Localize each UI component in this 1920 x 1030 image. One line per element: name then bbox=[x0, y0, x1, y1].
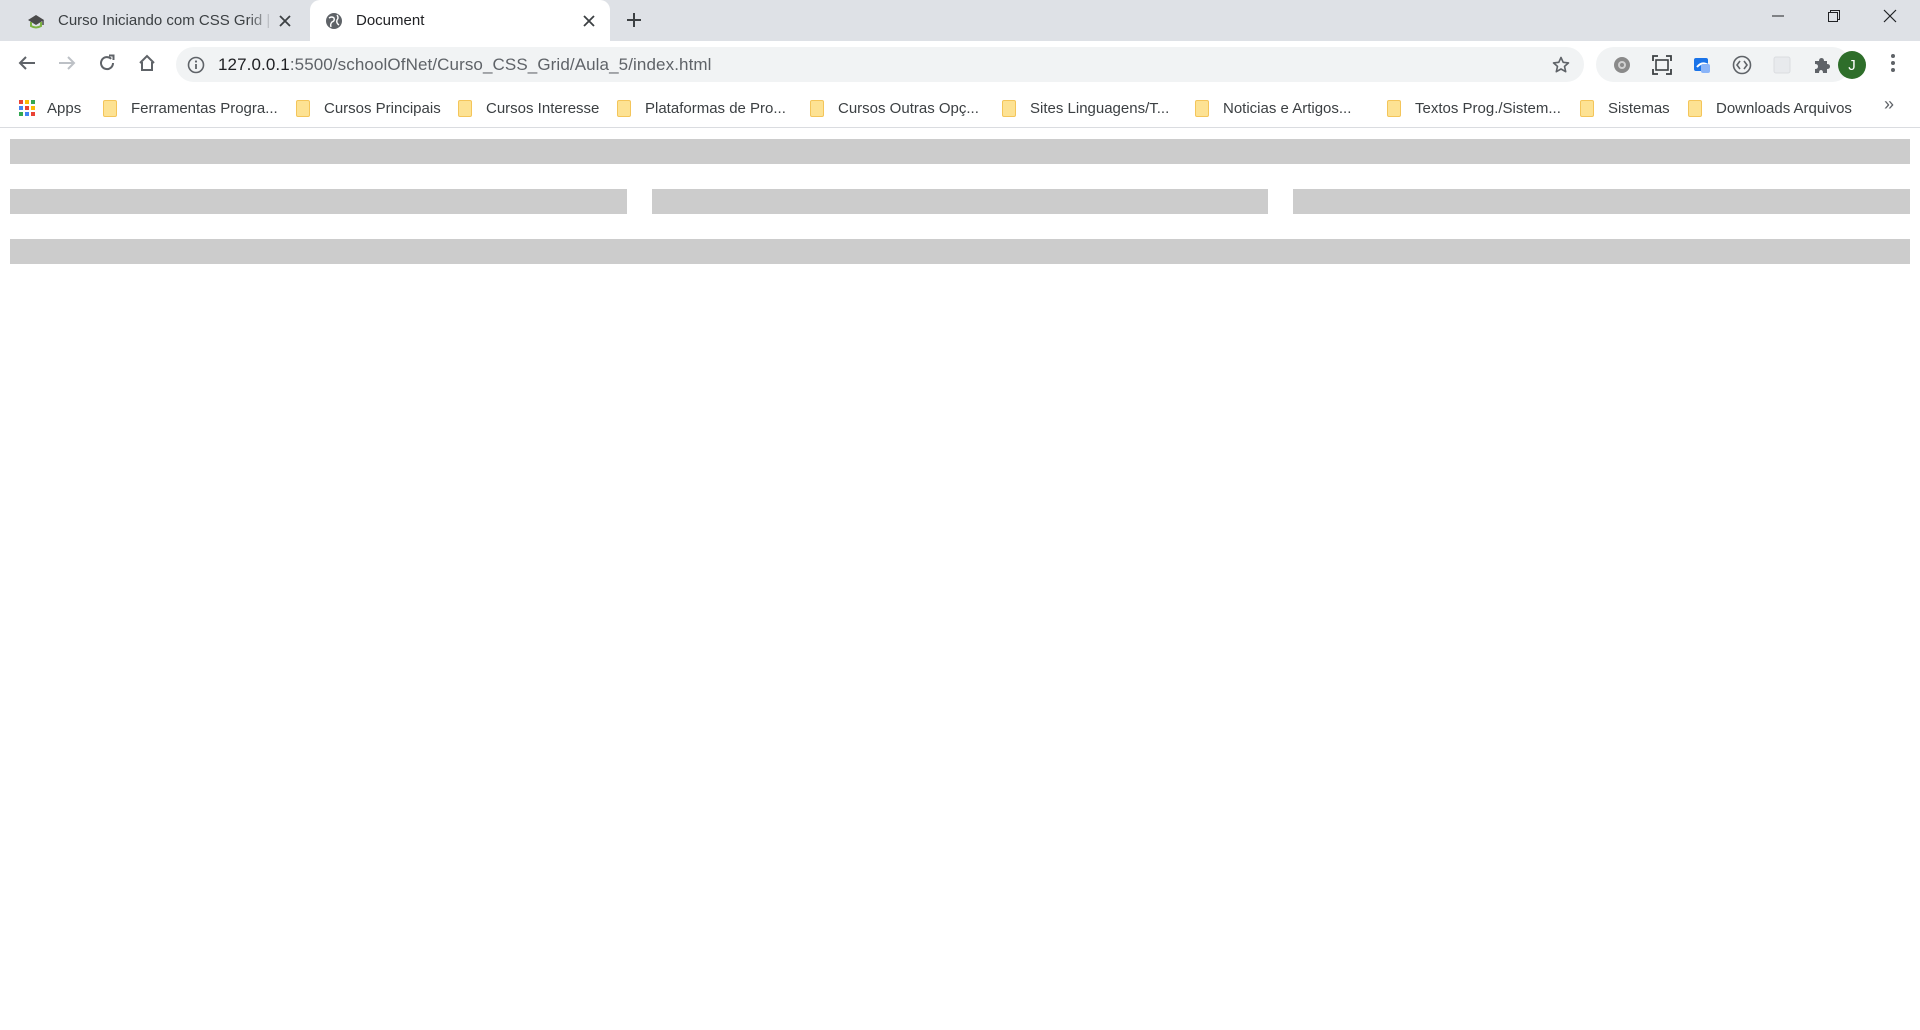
tab-title: Curso Iniciando com CSS Grid | School of… bbox=[58, 12, 274, 29]
blank-extension-icon[interactable] bbox=[1770, 53, 1794, 77]
new-tab-button[interactable] bbox=[620, 8, 648, 36]
extensions-area bbox=[1596, 47, 1850, 82]
bookmark-label: Cursos Interesse bbox=[486, 99, 600, 117]
grid-item-column-3 bbox=[1293, 189, 1910, 214]
close-icon[interactable] bbox=[578, 10, 600, 32]
bookmark-star-icon[interactable] bbox=[1550, 54, 1572, 76]
profile-avatar[interactable]: J bbox=[1838, 51, 1866, 79]
bookmark-folder[interactable]: Textos Prog./Sistem... bbox=[1387, 96, 1561, 120]
bookmark-folder[interactable]: Sites Linguagens/T... bbox=[1002, 96, 1169, 120]
url-path: :5500/schoolOfNet/Curso_CSS_Grid/Aula_5/… bbox=[289, 54, 712, 74]
folder-icon bbox=[1195, 99, 1209, 117]
bookmark-label: Plataformas de Pro... bbox=[645, 99, 786, 117]
arrow-left-icon bbox=[18, 55, 36, 76]
bookmark-folder[interactable]: Downloads Arquivos bbox=[1688, 96, 1852, 120]
apps-grid-icon bbox=[19, 100, 35, 116]
globe-icon bbox=[324, 11, 344, 31]
bookmark-folder[interactable]: Ferramentas Progra... bbox=[103, 96, 278, 120]
bookmark-folder[interactable]: Noticias e Artigos... bbox=[1195, 96, 1351, 120]
forward-button[interactable] bbox=[50, 48, 84, 82]
tab-curso-css-grid[interactable]: Curso Iniciando com CSS Grid | School of… bbox=[14, 0, 306, 41]
tab-document[interactable]: Document bbox=[310, 0, 610, 41]
arrow-right-icon bbox=[58, 55, 76, 76]
restore-button[interactable] bbox=[1806, 0, 1862, 36]
reload-icon bbox=[98, 54, 116, 77]
screenshot-extension-icon[interactable] bbox=[1650, 53, 1674, 77]
bookmarks-overflow-button[interactable]: » bbox=[1884, 94, 1894, 115]
grid-item-column-1 bbox=[10, 189, 627, 214]
folder-icon bbox=[1580, 99, 1594, 117]
bookmark-folder[interactable]: Cursos Outras Opç... bbox=[810, 96, 979, 120]
address-bar[interactable]: 127.0.0.1:5500/schoolOfNet/Curso_CSS_Gri… bbox=[176, 47, 1584, 82]
minimize-button[interactable] bbox=[1750, 0, 1806, 36]
bookmark-label: Sites Linguagens/T... bbox=[1030, 99, 1170, 117]
bookmark-folder[interactable]: Sistemas bbox=[1580, 96, 1670, 120]
grid-item-footer bbox=[10, 239, 1910, 264]
folder-icon bbox=[1688, 99, 1702, 117]
bookmark-label: Textos Prog./Sistem... bbox=[1415, 99, 1561, 117]
home-button[interactable] bbox=[130, 48, 164, 82]
gear-extension-icon[interactable] bbox=[1610, 53, 1634, 77]
minimize-icon bbox=[1772, 9, 1784, 27]
bookmark-folder[interactable]: Cursos Interesse bbox=[458, 96, 599, 120]
grid-item-header bbox=[10, 139, 1910, 164]
restore-icon bbox=[1828, 9, 1840, 27]
folder-icon bbox=[617, 99, 631, 117]
folder-icon bbox=[1387, 99, 1401, 117]
bookmark-label: Cursos Outras Opç... bbox=[838, 99, 979, 117]
page-content bbox=[0, 129, 1920, 1030]
folder-icon bbox=[296, 99, 310, 117]
reload-button[interactable] bbox=[90, 48, 124, 82]
bookmark-folder[interactable]: Plataformas de Pro... bbox=[617, 96, 786, 120]
close-icon[interactable] bbox=[274, 10, 296, 32]
back-button[interactable] bbox=[10, 48, 44, 82]
bookmark-label: Noticias e Artigos... bbox=[1223, 99, 1352, 117]
translate-extension-icon[interactable] bbox=[1690, 53, 1714, 77]
tab-title: Document bbox=[356, 12, 425, 29]
bookmark-label: Apps bbox=[47, 99, 82, 117]
bookmark-label: Ferramentas Progra... bbox=[131, 99, 278, 117]
browser-toolbar: 127.0.0.1:5500/schoolOfNet/Curso_CSS_Gri… bbox=[0, 41, 1920, 88]
bookmark-label: Downloads Arquivos bbox=[1716, 99, 1852, 117]
code-extension-icon[interactable] bbox=[1730, 53, 1754, 77]
home-icon bbox=[138, 54, 156, 77]
url-text[interactable]: 127.0.0.1:5500/schoolOfNet/Curso_CSS_Gri… bbox=[218, 55, 712, 75]
bookmark-folder[interactable]: Cursos Principais bbox=[296, 96, 441, 120]
bookmarks-bar: Apps Ferramentas Progra... Cursos Princi… bbox=[0, 88, 1920, 128]
bookmark-label: Cursos Principais bbox=[324, 99, 441, 117]
plus-icon bbox=[626, 12, 642, 33]
puzzle-extensions-icon[interactable] bbox=[1810, 53, 1834, 77]
grid-item-column-2 bbox=[652, 189, 1268, 214]
graduation-cap-icon bbox=[26, 11, 46, 31]
folder-icon bbox=[458, 99, 472, 117]
folder-icon bbox=[103, 99, 117, 117]
info-icon[interactable] bbox=[186, 55, 206, 75]
window-close-button[interactable] bbox=[1862, 0, 1918, 36]
bookmark-label: Sistemas bbox=[1608, 99, 1670, 117]
close-icon bbox=[1883, 9, 1897, 28]
url-host: 127.0.0.1 bbox=[218, 54, 290, 74]
tab-strip: Curso Iniciando com CSS Grid | School of… bbox=[0, 0, 1920, 41]
more-vertical-icon bbox=[1891, 53, 1895, 77]
browser-menu-button[interactable] bbox=[1880, 50, 1906, 80]
folder-icon bbox=[810, 99, 824, 117]
bookmark-apps[interactable]: Apps bbox=[19, 96, 81, 120]
folder-icon bbox=[1002, 99, 1016, 117]
